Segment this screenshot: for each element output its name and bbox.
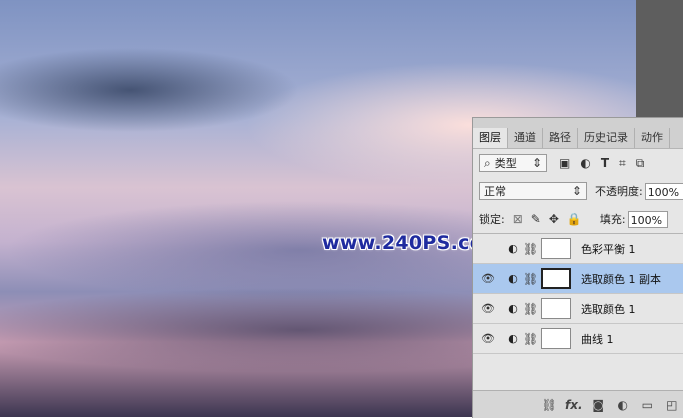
layer-row-color-balance[interactable]: ◐ ⛓ 色彩平衡 1 [473,234,683,264]
filter-row: ⌕ 类型 ⇕ ▣ ◐ T ⌗ ⧉ [473,149,683,177]
lock-all-icon[interactable]: 🔒 [567,212,582,226]
tab-paths[interactable]: 路径 [543,128,578,148]
layer-mask-thumbnail[interactable] [541,238,571,259]
link-layers-icon[interactable]: ⛓ [537,398,562,412]
layer-row-curves[interactable]: 👁 ◐ ⛓ 曲线 1 [473,324,683,354]
filter-type-select[interactable]: ⌕ 类型 ⇕ [479,154,547,172]
new-layer-icon[interactable]: ◰ [660,398,683,412]
type-filter-icon[interactable]: T [601,156,609,170]
shape-filter-icon[interactable]: ⌗ [619,156,626,171]
layer-mask-thumbnail[interactable] [541,268,571,289]
eye-icon[interactable]: 👁 [473,302,503,315]
adjustment-filter-icon[interactable]: ◐ [580,156,590,170]
new-adjustment-icon[interactable]: ◐ [611,398,636,412]
lock-move-icon[interactable]: ✥ [549,212,559,226]
opacity-label: 不透明度: [595,183,643,199]
panel-tabs: 图层 通道 路径 历史记录 动作 [473,118,683,149]
adjustment-layer-icon: ◐ [503,332,523,345]
fill-label: 填充: [600,211,626,227]
layer-name: 曲线 1 [581,331,614,347]
link-icon: ⛓ [523,302,537,316]
tab-channels[interactable]: 通道 [508,128,543,148]
eye-icon[interactable]: 👁 [473,332,503,345]
layers-panel: 图层 通道 路径 历史记录 动作 ⌕ 类型 ⇕ ▣ ◐ T ⌗ ⧉ 正常 ⇕ 不… [472,117,683,418]
layers-panel-toolbar: ⛓ fx. ◙ ◐ ▭ ◰ [473,390,683,418]
workspace-background [636,0,683,117]
updown-arrows-icon: ⇕ [572,184,582,198]
blend-mode-select[interactable]: 正常 ⇕ [479,182,587,200]
smart-object-filter-icon[interactable]: ⧉ [636,156,645,171]
updown-arrows-icon: ⇕ [532,156,542,170]
image-filter-icon[interactable]: ▣ [559,156,570,170]
lock-label: 锁定: [479,211,505,227]
search-icon: ⌕ [484,156,491,171]
blend-opacity-row: 正常 ⇕ 不透明度: 100% [473,177,683,205]
link-icon: ⛓ [523,272,537,286]
filter-type-label: 类型 [495,155,517,171]
tab-layers[interactable]: 图层 [473,128,508,148]
layer-name: 色彩平衡 1 [581,241,636,257]
add-mask-icon[interactable]: ◙ [586,398,611,412]
eye-icon[interactable]: 👁 [473,272,503,285]
tab-history[interactable]: 历史记录 [578,128,635,148]
link-icon: ⛓ [523,332,537,346]
layer-list: ◐ ⛓ 色彩平衡 1 👁 ◐ ⛓ 选取颜色 1 副本 👁 ◐ ⛓ 选取颜色 1 … [473,233,683,354]
link-icon: ⛓ [523,242,537,256]
layer-name: 选取颜色 1 [581,301,636,317]
adjustment-layer-icon: ◐ [503,302,523,315]
tab-actions[interactable]: 动作 [635,128,670,148]
lock-transparent-icon[interactable]: ⊠ [513,212,523,226]
layer-row-selective-color[interactable]: 👁 ◐ ⛓ 选取颜色 1 [473,294,683,324]
adjustment-layer-icon: ◐ [503,272,523,285]
layer-name: 选取颜色 1 副本 [581,271,661,287]
fill-field[interactable]: 100% [628,211,668,228]
lock-fill-row: 锁定: ⊠ ✎ ✥ 🔒 填充: 100% [473,205,683,233]
layer-mask-thumbnail[interactable] [541,328,571,349]
adjustment-layer-icon: ◐ [503,242,523,255]
layer-mask-thumbnail[interactable] [541,298,571,319]
new-group-icon[interactable]: ▭ [635,398,660,412]
fx-icon[interactable]: fx. [562,398,587,412]
opacity-field[interactable]: 100% [645,183,683,200]
layer-row-selective-color-copy[interactable]: 👁 ◐ ⛓ 选取颜色 1 副本 [473,264,683,294]
blend-mode-value: 正常 [484,183,506,199]
lock-brush-icon[interactable]: ✎ [531,212,541,226]
watermark-text: www.240PS.com [322,232,492,254]
